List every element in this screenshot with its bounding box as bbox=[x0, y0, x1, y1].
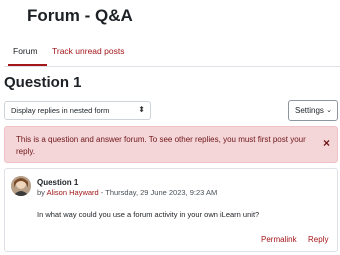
tab-forum[interactable]: Forum bbox=[13, 46, 38, 56]
byline-prefix: by bbox=[37, 188, 47, 197]
settings-button[interactable]: Settings ⌄ bbox=[288, 100, 338, 121]
chevron-down-icon: ⌄ bbox=[326, 107, 332, 114]
post-body: In what way could you use a forum activi… bbox=[37, 210, 260, 219]
post-date: - Thursday, 29 June 2023, 9:23 AM bbox=[98, 188, 218, 197]
discussion-heading: Question 1 bbox=[4, 74, 82, 91]
tab-track-unread-posts[interactable]: Track unread posts bbox=[52, 46, 124, 56]
post-title: Question 1 bbox=[37, 178, 79, 187]
reply-link[interactable]: Reply bbox=[308, 235, 328, 244]
page-title: Forum - Q&A bbox=[27, 6, 133, 25]
sort-arrows-icon: ⬍ bbox=[138, 105, 145, 114]
permalink-link[interactable]: Permalink bbox=[261, 235, 297, 244]
author-link[interactable]: Alison Hayward bbox=[47, 188, 99, 197]
forum-post: Question 1 by Alison Hayward - Thursday,… bbox=[4, 168, 338, 252]
display-mode-value: Display replies in nested form bbox=[11, 106, 110, 115]
notice-text: This is a question and answer forum. To … bbox=[16, 135, 306, 156]
post-byline: by Alison Hayward - Thursday, 29 June 20… bbox=[37, 188, 217, 197]
display-mode-select[interactable]: Display replies in nested form ⬍ bbox=[4, 101, 151, 120]
avatar[interactable] bbox=[11, 176, 31, 196]
forum-tabs: Forum Track unread posts bbox=[4, 40, 340, 67]
qanda-notice: This is a question and answer forum. To … bbox=[4, 126, 338, 163]
close-icon[interactable]: × bbox=[323, 136, 330, 150]
settings-label: Settings bbox=[295, 106, 324, 115]
active-tab-indicator bbox=[8, 64, 47, 66]
